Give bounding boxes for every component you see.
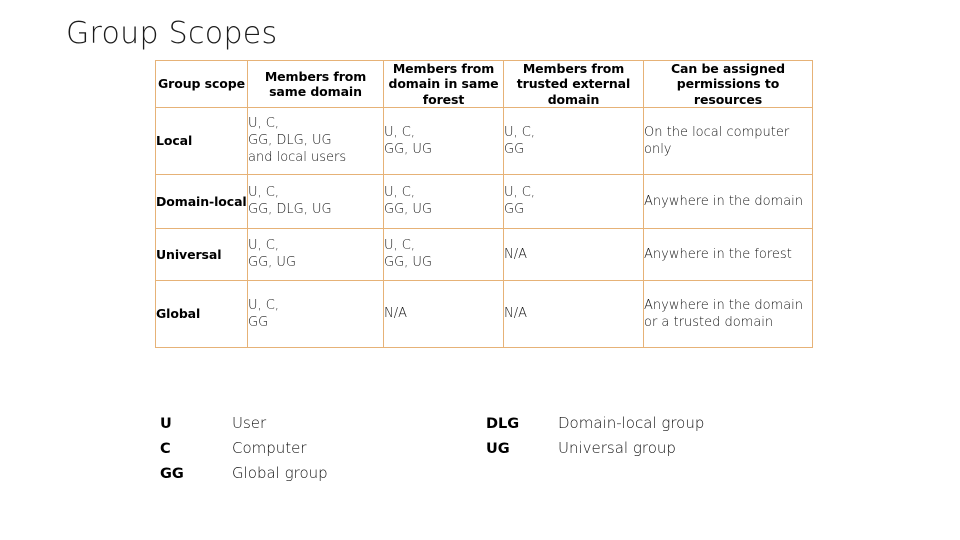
table-row: Local U, C, GG, DLG, UG and local users …	[155, 106, 813, 175]
legend-term-computer: Computer	[232, 439, 307, 457]
cell-universal-same-domain: U, C, GG, UG	[247, 227, 384, 281]
cell-local-assigned: On the local computer only	[643, 106, 813, 175]
cell-global-assigned: Anywhere in the domain or a trusted doma…	[643, 279, 813, 348]
table-header-row: Group scope Members from same domain Mem…	[155, 60, 813, 108]
legend-item-u: U User	[160, 414, 328, 439]
column-header-group-scope: Group scope	[155, 60, 248, 108]
cell-local-external: U, C, GG	[503, 106, 644, 175]
slide-canvas: { "slide": { "title": "Group Scopes" }, …	[0, 0, 960, 540]
cell-universal-external: N/A	[503, 227, 644, 281]
legend-item-c: C Computer	[160, 439, 328, 464]
column-header-assigned-permissions: Can be assigned permissions to resources	[643, 60, 813, 108]
legend-column-left: U User C Computer GG Global group	[160, 414, 328, 489]
table-body: Local U, C, GG, DLG, UG and local users …	[155, 106, 813, 348]
cell-universal-assigned: Anywhere in the forest	[643, 227, 813, 281]
cell-domain-local-external: U, C, GG	[503, 173, 644, 229]
column-header-members-same-domain: Members from same domain	[247, 60, 384, 108]
cell-domain-local-same-domain: U, C, GG, DLG, UG	[247, 173, 384, 229]
page-title: Group Scopes	[66, 16, 278, 51]
table-row: Global U, C, GG N/A N/A Anywhere in the …	[155, 279, 813, 348]
table-row: Domain-local U, C, GG, DLG, UG U, C, GG,…	[155, 173, 813, 229]
cell-global-external: N/A	[503, 279, 644, 348]
row-label-global: Global	[155, 279, 248, 348]
legend-abbr-dlg: DLG	[486, 416, 520, 432]
cell-global-same-domain: U, C, GG	[247, 279, 384, 348]
legend-column-right: DLG Domain-local group UG Universal grou…	[486, 414, 704, 464]
legend-term-universal-group: Universal group	[558, 439, 676, 457]
legend-item-ug: UG Universal group	[486, 439, 704, 464]
cell-global-same-forest: N/A	[383, 279, 504, 348]
row-label-universal: Universal	[155, 227, 248, 281]
table-row: Universal U, C, GG, UG U, C, GG, UG N/A …	[155, 227, 813, 281]
legend-item-gg: GG Global group	[160, 464, 328, 489]
legend-abbr-c: C	[160, 441, 171, 457]
cell-local-same-domain: U, C, GG, DLG, UG and local users	[247, 106, 384, 175]
cell-domain-local-same-forest: U, C, GG, UG	[383, 173, 504, 229]
group-scopes-table: Group scope Members from same domain Mem…	[155, 60, 813, 348]
legend-item-dlg: DLG Domain-local group	[486, 414, 704, 439]
legend-term-global-group: Global group	[232, 464, 328, 482]
cell-universal-same-forest: U, C, GG, UG	[383, 227, 504, 281]
column-header-members-trusted-external: Members from trusted external domain	[503, 60, 644, 108]
legend-abbr-ug: UG	[486, 441, 510, 457]
column-header-members-same-forest: Members from domain in same forest	[383, 60, 504, 108]
row-label-local: Local	[155, 106, 248, 175]
row-label-domain-local: Domain-local	[155, 173, 248, 229]
legend-abbr-u: U	[160, 416, 172, 432]
table-header: Group scope Members from same domain Mem…	[155, 60, 813, 108]
legend-abbr-gg: GG	[160, 466, 184, 482]
cell-domain-local-assigned: Anywhere in the domain	[643, 173, 813, 229]
legend-term-user: User	[232, 414, 267, 432]
legend-term-domain-local-group: Domain-local group	[558, 414, 705, 432]
cell-local-same-forest: U, C, GG, UG	[383, 106, 504, 175]
